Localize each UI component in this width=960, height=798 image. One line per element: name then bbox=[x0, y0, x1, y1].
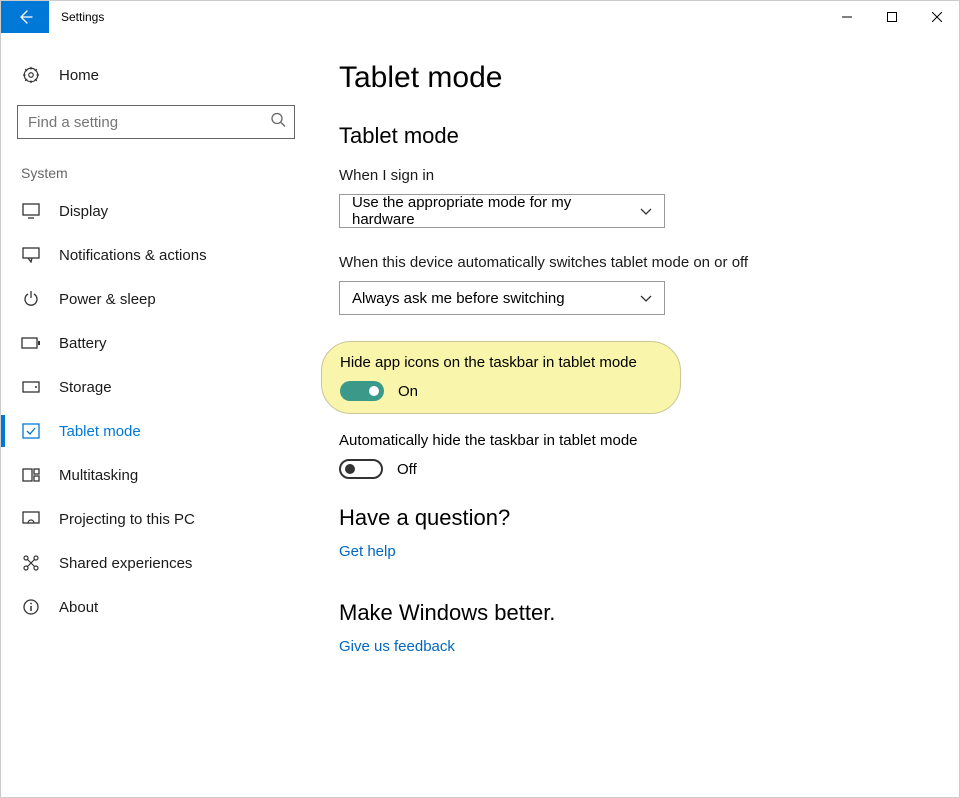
make-windows-better-heading: Make Windows better. bbox=[339, 600, 931, 626]
main-content: Tablet mode Tablet mode When I sign in U… bbox=[311, 33, 959, 797]
search-box[interactable] bbox=[17, 105, 295, 139]
auto-hide-taskbar-label: Automatically hide the taskbar in tablet… bbox=[339, 432, 931, 449]
sidebar-item-label: Shared experiences bbox=[59, 555, 192, 572]
about-icon bbox=[21, 599, 41, 615]
page-title: Tablet mode bbox=[339, 61, 931, 95]
display-icon bbox=[21, 203, 41, 219]
give-feedback-link[interactable]: Give us feedback bbox=[339, 638, 931, 655]
sidebar-home[interactable]: Home bbox=[1, 53, 311, 97]
minimize-button[interactable] bbox=[824, 1, 869, 33]
sidebar: Home System Display Notifications & acti… bbox=[1, 33, 311, 797]
sidebar-item-notifications[interactable]: Notifications & actions bbox=[1, 233, 311, 277]
maximize-button[interactable] bbox=[869, 1, 914, 33]
multitasking-icon bbox=[21, 468, 41, 482]
hide-app-icons-state: On bbox=[398, 383, 418, 400]
window-title: Settings bbox=[49, 1, 104, 33]
sidebar-item-display[interactable]: Display bbox=[1, 189, 311, 233]
tablet-mode-subheading: Tablet mode bbox=[339, 123, 931, 149]
sidebar-item-tablet-mode[interactable]: Tablet mode bbox=[1, 409, 311, 453]
hide-app-icons-setting: Hide app icons on the taskbar in tablet … bbox=[321, 341, 681, 414]
auto-hide-taskbar-state: Off bbox=[397, 461, 417, 478]
sidebar-item-projecting[interactable]: Projecting to this PC bbox=[1, 497, 311, 541]
storage-icon bbox=[21, 381, 41, 393]
search-input[interactable] bbox=[28, 114, 260, 131]
hide-app-icons-toggle[interactable] bbox=[340, 381, 384, 401]
chevron-down-icon bbox=[640, 290, 652, 307]
sidebar-item-storage[interactable]: Storage bbox=[1, 365, 311, 409]
sidebar-section-label: System bbox=[1, 157, 311, 189]
sidebar-item-label: Tablet mode bbox=[59, 423, 141, 440]
auto-hide-taskbar-setting: Automatically hide the taskbar in tablet… bbox=[339, 432, 931, 479]
hide-app-icons-label: Hide app icons on the taskbar in tablet … bbox=[340, 354, 662, 371]
sidebar-item-label: Notifications & actions bbox=[59, 247, 207, 264]
sidebar-item-label: Multitasking bbox=[59, 467, 138, 484]
auto-switch-dropdown-value: Always ask me before switching bbox=[352, 290, 565, 307]
auto-switch-label: When this device automatically switches … bbox=[339, 254, 931, 271]
tablet-mode-icon bbox=[21, 423, 41, 439]
sidebar-item-label: Projecting to this PC bbox=[59, 511, 195, 528]
sidebar-item-label: Power & sleep bbox=[59, 291, 156, 308]
home-icon bbox=[21, 66, 41, 84]
back-button[interactable] bbox=[1, 1, 49, 33]
sidebar-item-about[interactable]: About bbox=[1, 585, 311, 629]
auto-switch-dropdown[interactable]: Always ask me before switching bbox=[339, 281, 665, 315]
sidebar-item-battery[interactable]: Battery bbox=[1, 321, 311, 365]
sidebar-home-label: Home bbox=[59, 67, 99, 84]
chevron-down-icon bbox=[640, 203, 652, 220]
notifications-icon bbox=[21, 247, 41, 263]
sidebar-item-label: Battery bbox=[59, 335, 107, 352]
sign-in-label: When I sign in bbox=[339, 167, 931, 184]
minimize-icon bbox=[842, 12, 852, 22]
question-heading: Have a question? bbox=[339, 505, 931, 531]
battery-icon bbox=[21, 337, 41, 349]
sidebar-item-multitasking[interactable]: Multitasking bbox=[1, 453, 311, 497]
sign-in-dropdown[interactable]: Use the appropriate mode for my hardware bbox=[339, 194, 665, 228]
power-icon bbox=[21, 291, 41, 307]
auto-hide-taskbar-toggle[interactable] bbox=[339, 459, 383, 479]
sidebar-item-shared-experiences[interactable]: Shared experiences bbox=[1, 541, 311, 585]
sidebar-item-power-sleep[interactable]: Power & sleep bbox=[1, 277, 311, 321]
maximize-icon bbox=[887, 12, 897, 22]
sidebar-item-label: Storage bbox=[59, 379, 112, 396]
close-button[interactable] bbox=[914, 1, 959, 33]
close-icon bbox=[932, 12, 942, 22]
get-help-link[interactable]: Get help bbox=[339, 543, 931, 560]
sidebar-item-label: About bbox=[59, 599, 98, 616]
projecting-icon bbox=[21, 511, 41, 527]
titlebar: Settings bbox=[1, 1, 959, 33]
back-arrow-icon bbox=[17, 9, 33, 25]
shared-experiences-icon bbox=[21, 555, 41, 571]
search-icon bbox=[270, 112, 286, 133]
sidebar-item-label: Display bbox=[59, 203, 108, 220]
sign-in-dropdown-value: Use the appropriate mode for my hardware bbox=[352, 194, 630, 228]
